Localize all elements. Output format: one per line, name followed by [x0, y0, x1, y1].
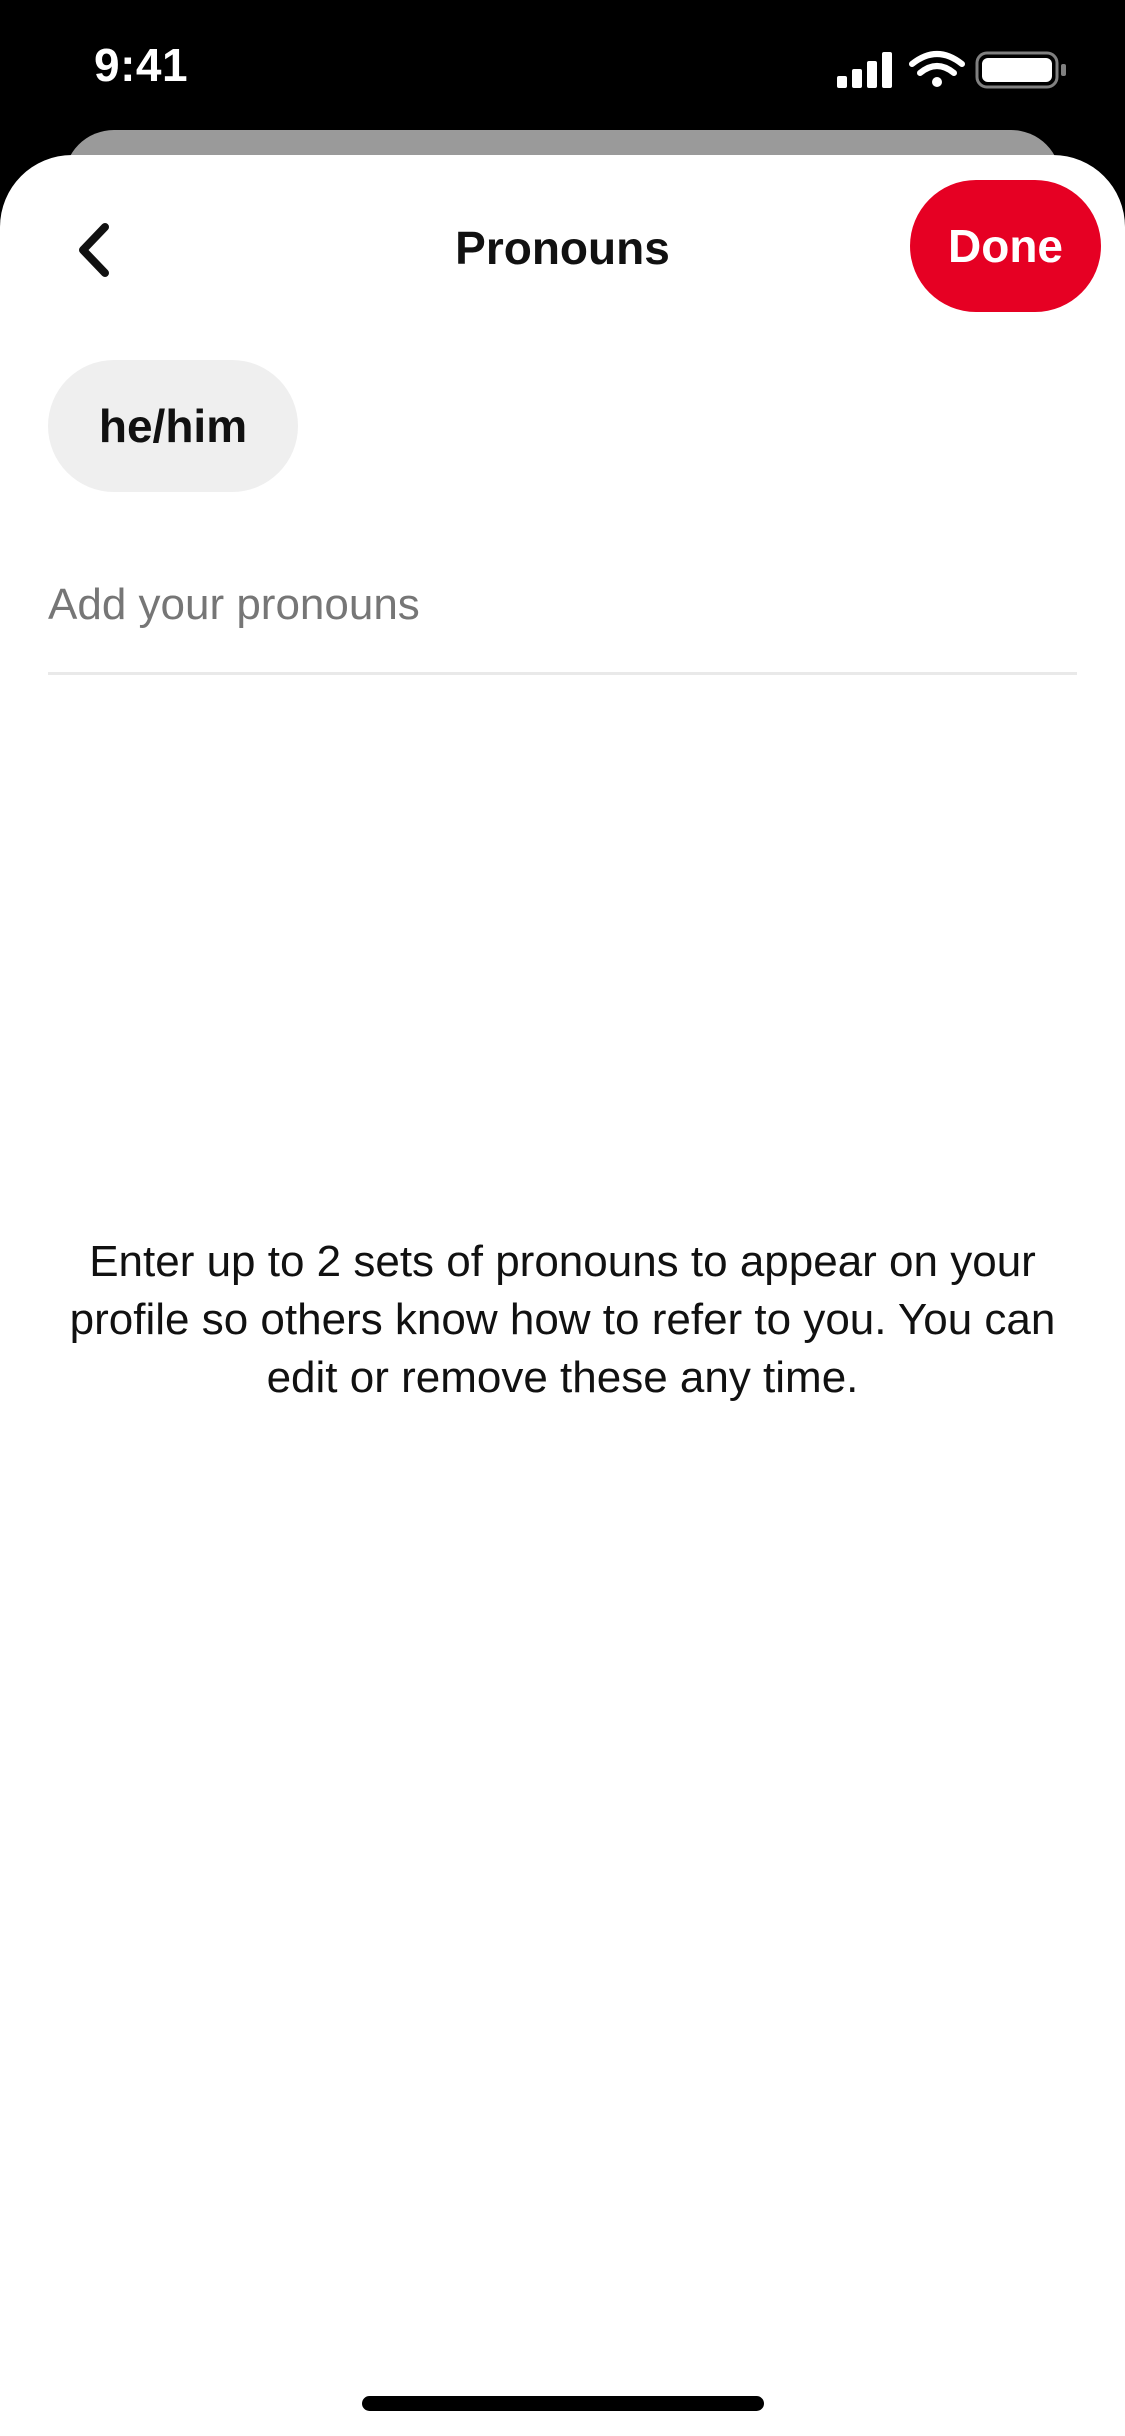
done-button[interactable]: Done	[910, 180, 1101, 312]
signal-icon	[837, 52, 892, 88]
pronouns-screen: 9:41 Pronouns Done he/him Add your prono…	[0, 0, 1125, 2436]
battery-icon	[975, 51, 1066, 89]
pronouns-sheet: Pronouns Done he/him Enter up to 2 sets …	[0, 155, 1125, 2436]
input-divider	[48, 672, 1077, 675]
status-time: 9:41	[94, 39, 189, 91]
wifi-icon	[909, 51, 965, 87]
home-indicator	[362, 2396, 764, 2411]
pronoun-chip[interactable]: he/him	[48, 360, 298, 492]
pronoun-input[interactable]	[48, 555, 1077, 655]
status-bar: 9:41	[0, 0, 1125, 140]
status-icons	[837, 50, 1077, 90]
help-text: Enter up to 2 sets of pronouns to appear…	[69, 1237, 1056, 1402]
